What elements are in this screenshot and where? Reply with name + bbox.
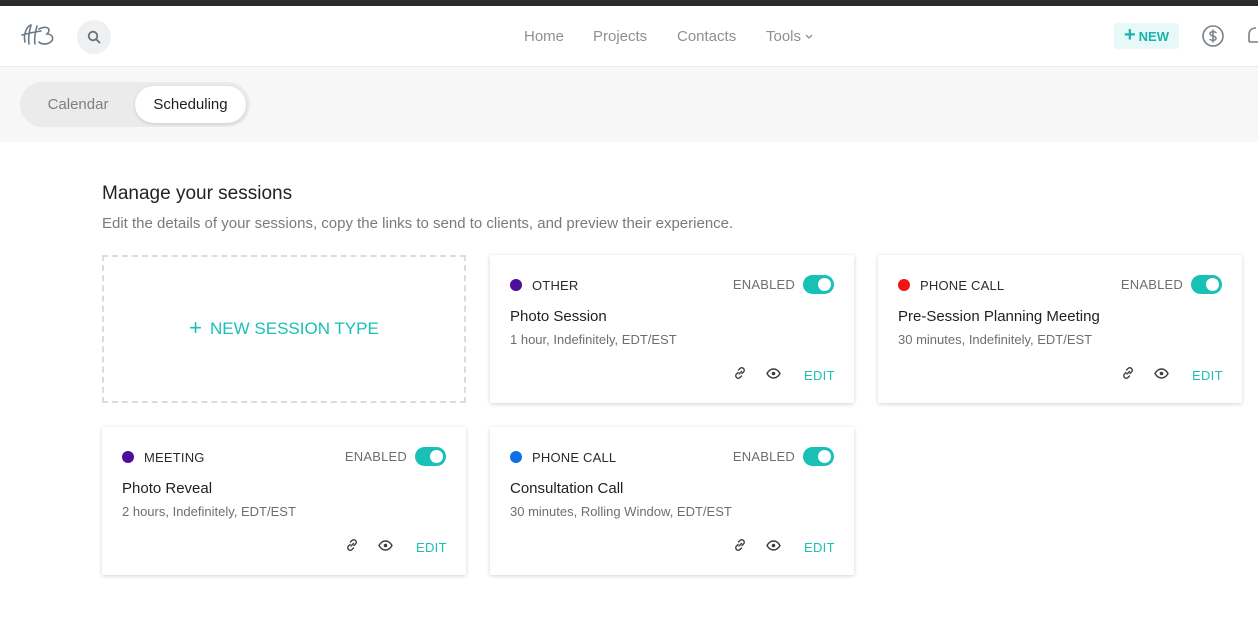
session-type-dot (510, 451, 522, 463)
preview-eye-icon[interactable] (378, 540, 393, 551)
preview-eye-icon[interactable] (766, 540, 781, 551)
tab-calendar[interactable]: Calendar (28, 86, 128, 123)
enabled-toggle[interactable] (803, 275, 834, 294)
new-session-label: NEW SESSION TYPE (210, 319, 379, 338)
chevron-down-icon (805, 34, 813, 39)
nav-contacts[interactable]: Contacts (677, 28, 736, 45)
session-meta: 2 hours, Indefinitely, EDT/EST (122, 504, 296, 519)
plus-icon: + (189, 314, 203, 340)
session-type-label: OTHER (532, 278, 579, 293)
view-tabs: Calendar Scheduling (20, 82, 250, 127)
session-type-dot (898, 279, 910, 291)
status-label: ENABLED (344, 449, 407, 464)
enabled-toggle[interactable] (415, 447, 446, 466)
copy-link-icon[interactable] (733, 366, 747, 380)
header: Home Projects Contacts Tools + NEW (0, 6, 1258, 67)
session-card: PHONE CALL ENABLED Consultation Call 30 … (490, 427, 854, 575)
new-button-label: NEW (1138, 28, 1170, 44)
edit-link[interactable]: EDIT (1192, 368, 1223, 383)
nav-tools[interactable]: Tools (766, 28, 813, 45)
session-title: Photo Reveal (122, 480, 213, 497)
page-subtitle: Edit the details of your sessions, copy … (102, 215, 734, 232)
session-meta: 30 minutes, Indefinitely, EDT/EST (898, 332, 1093, 347)
session-meta: 30 minutes, Rolling Window, EDT/EST (510, 504, 732, 519)
status-label: ENABLED (1120, 277, 1183, 292)
session-type-label: PHONE CALL (920, 278, 1005, 293)
session-title: Pre-Session Planning Meeting (898, 308, 1100, 325)
session-title: Photo Session (510, 308, 607, 325)
session-card: MEETING ENABLED Photo Reveal 2 hours, In… (102, 427, 466, 575)
page-title: Manage your sessions (102, 183, 293, 204)
nav-home[interactable]: Home (524, 28, 564, 45)
preview-eye-icon[interactable] (1154, 368, 1169, 379)
edit-link[interactable]: EDIT (416, 540, 447, 555)
nav-projects[interactable]: Projects (593, 28, 647, 45)
view-switcher-bar: Calendar Scheduling (0, 67, 1258, 142)
plus-icon: + (1123, 24, 1136, 46)
main-nav: Home Projects Contacts Tools (0, 6, 1258, 67)
bell-icon[interactable] (1246, 24, 1258, 48)
search-button[interactable] (77, 20, 111, 54)
new-session-type-button[interactable]: + NEW SESSION TYPE (102, 255, 466, 403)
tab-scheduling[interactable]: Scheduling (135, 86, 246, 123)
nav-tools-label: Tools (766, 28, 802, 45)
session-title: Consultation Call (510, 480, 624, 497)
session-type-label: PHONE CALL (532, 450, 617, 465)
session-card: PHONE CALL ENABLED Pre-Session Planning … (878, 255, 1242, 403)
status-label: ENABLED (732, 277, 795, 292)
edit-link[interactable]: EDIT (804, 368, 835, 383)
session-type-label: MEETING (144, 450, 205, 465)
preview-eye-icon[interactable] (766, 368, 781, 379)
enabled-toggle[interactable] (1191, 275, 1222, 294)
new-button[interactable]: + NEW (1114, 23, 1179, 49)
copy-link-icon[interactable] (733, 538, 747, 552)
search-icon (87, 30, 101, 44)
edit-link[interactable]: EDIT (804, 540, 835, 555)
honeybook-logo[interactable] (19, 20, 59, 50)
session-type-dot (510, 279, 522, 291)
dollar-circle-icon[interactable] (1201, 24, 1225, 48)
copy-link-icon[interactable] (1121, 366, 1135, 380)
copy-link-icon[interactable] (345, 538, 359, 552)
session-type-dot (122, 451, 134, 463)
status-label: ENABLED (732, 449, 795, 464)
session-card: OTHER ENABLED Photo Session 1 hour, Inde… (490, 255, 854, 403)
session-meta: 1 hour, Indefinitely, EDT/EST (510, 332, 677, 347)
enabled-toggle[interactable] (803, 447, 834, 466)
